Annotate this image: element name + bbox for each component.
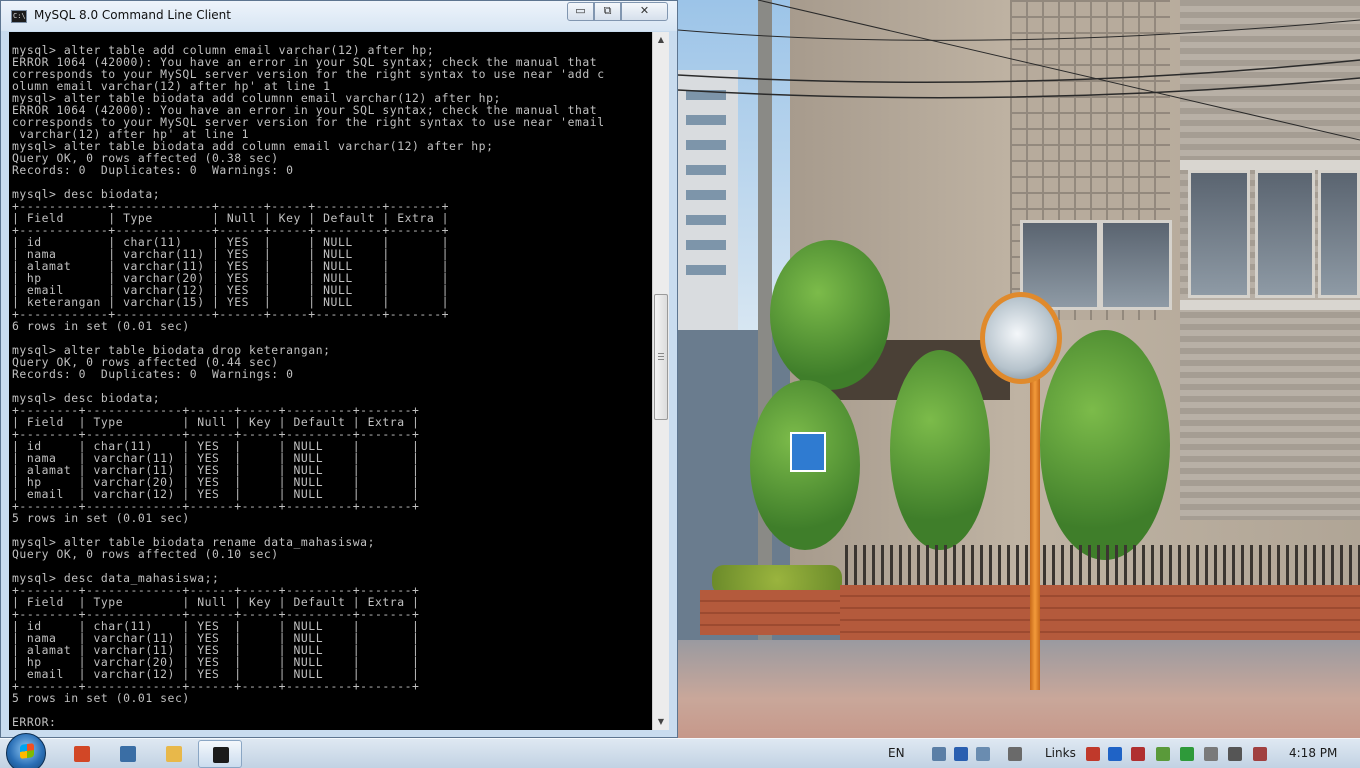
console-line: ERROR: — [12, 715, 57, 729]
console-output[interactable]: mysql> alter table add column email varc… — [9, 32, 652, 730]
red-app-icon[interactable] — [1086, 747, 1100, 761]
keyboard-tray-icon[interactable] — [932, 747, 946, 761]
language-indicator[interactable]: EN — [888, 746, 905, 760]
bluetooth-icon[interactable] — [1108, 747, 1122, 761]
links-toolbar[interactable]: Links — [1045, 746, 1076, 760]
taskbar-button-powerpoint[interactable] — [60, 740, 104, 768]
close-button[interactable]: ✕ — [621, 2, 668, 21]
windows-logo-icon — [20, 743, 34, 759]
battery-icon[interactable] — [1204, 747, 1218, 761]
taskbar-button-keyboard[interactable] — [106, 740, 150, 768]
console-line: Query OK, 0 rows affected (0.10 sec) — [12, 547, 279, 561]
wallpaper-balcony — [1180, 300, 1360, 310]
green-arrow-icon[interactable] — [1180, 747, 1194, 761]
volume-muted-icon[interactable] — [1131, 747, 1145, 761]
wallpaper-brick-wall — [700, 590, 840, 635]
taskbar-button-folder[interactable] — [152, 740, 196, 768]
mysql-app-icon[interactable]: C:\ — [11, 10, 27, 23]
console-line: 5 rows in set (0.01 sec) — [12, 511, 190, 525]
scroll-thumb[interactable] — [654, 294, 668, 420]
wallpaper-mirror-pole — [1030, 360, 1040, 690]
mysql-console-window[interactable]: C:\ MySQL 8.0 Command Line Client ▭ ⧉ ✕ … — [0, 0, 678, 738]
console-line: Records: 0 Duplicates: 0 Warnings: 0 — [12, 163, 294, 177]
wifi-off-icon[interactable] — [1253, 747, 1267, 761]
taskbar: EN Links 4:18 PM — [0, 733, 1360, 768]
wallpaper-window — [1100, 220, 1172, 310]
clock[interactable]: 4:18 PM — [1289, 746, 1337, 760]
wallpaper-traffic-mirror — [980, 292, 1062, 384]
vertical-scrollbar[interactable]: ▲ ▼ — [652, 32, 669, 730]
start-button[interactable] — [6, 733, 46, 768]
folder-icon — [166, 746, 182, 762]
keyboard-icon — [120, 746, 136, 762]
console-line: 5 rows in set (0.01 sec) — [12, 691, 190, 705]
window-title: MySQL 8.0 Command Line Client — [34, 8, 231, 22]
help-icon[interactable] — [954, 747, 968, 761]
grip-icon — [658, 353, 664, 361]
console-line: Records: 0 Duplicates: 0 Warnings: 0 — [12, 367, 294, 381]
flag-icon[interactable] — [1228, 747, 1242, 761]
minimize-button[interactable]: ▭ — [567, 2, 594, 21]
scroll-up-icon[interactable]: ▲ — [653, 32, 669, 48]
console-line: 6 rows in set (0.01 sec) — [12, 319, 190, 333]
notes-icon[interactable] — [1008, 747, 1022, 761]
wallpaper-tree — [770, 240, 890, 390]
wallpaper-power-lines — [678, 0, 1360, 141]
scroll-down-icon[interactable]: ▼ — [653, 714, 669, 730]
wallpaper-tree — [890, 350, 990, 550]
wallpaper-crossing-sign — [790, 432, 826, 472]
title-bar[interactable]: C:\ MySQL 8.0 Command Line Client ▭ ⧉ ✕ — [1, 1, 677, 31]
maximize-button[interactable]: ⧉ — [594, 2, 621, 21]
network-tray-icon[interactable] — [976, 747, 990, 761]
mysql-console-icon — [213, 747, 229, 763]
taskbar-button-mysql-console[interactable] — [198, 740, 242, 768]
security-icon[interactable] — [1156, 747, 1170, 761]
powerpoint-icon — [74, 746, 90, 762]
wallpaper-road — [678, 640, 1360, 738]
console-text: mysql> alter table add column email varc… — [12, 44, 605, 728]
wallpaper-tree — [1040, 330, 1170, 560]
